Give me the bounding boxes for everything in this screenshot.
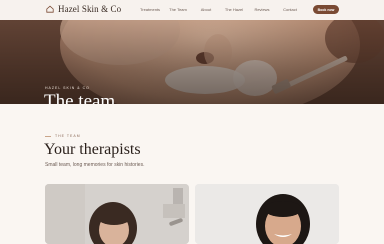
section-subtitle: Small team, long memories for skin histo… — [45, 162, 145, 168]
hero-eyebrow: HAZEL SKIN & CO — [45, 86, 90, 90]
therapist-photo — [45, 184, 189, 244]
hero-banner: HAZEL SKIN & CO The team — [0, 20, 384, 104]
nav-link-treatments[interactable]: Treatments — [136, 7, 164, 12]
eyebrow-divider — [45, 135, 51, 137]
brand-logo[interactable]: Hazel Skin & Co — [46, 4, 121, 14]
nav-link-reviews[interactable]: Reviews — [248, 7, 276, 12]
nav-link-contact[interactable]: Contact — [276, 7, 304, 12]
nav-link-the-hazel[interactable]: The Hazel — [220, 7, 248, 12]
nav-link-about[interactable]: About — [192, 7, 220, 12]
nav-links: Treatments The Team About The Hazel Revi… — [136, 7, 304, 12]
brand-name: Hazel Skin & Co — [58, 4, 122, 14]
top-navigation: Hazel Skin & Co Treatments The Team Abou… — [0, 0, 384, 20]
section-eyebrow: THE TEAM — [45, 134, 81, 138]
house-icon — [46, 5, 54, 13]
therapist-card[interactable] — [195, 184, 339, 244]
page-title: The team — [44, 91, 116, 104]
section-title: Your therapists — [44, 141, 141, 158]
therapist-card[interactable] — [45, 184, 189, 244]
section-eyebrow-label: THE TEAM — [55, 134, 81, 138]
book-now-button[interactable]: Book now — [313, 5, 339, 14]
nav-link-the-team[interactable]: The Team — [164, 7, 192, 12]
therapist-photo — [195, 184, 339, 244]
